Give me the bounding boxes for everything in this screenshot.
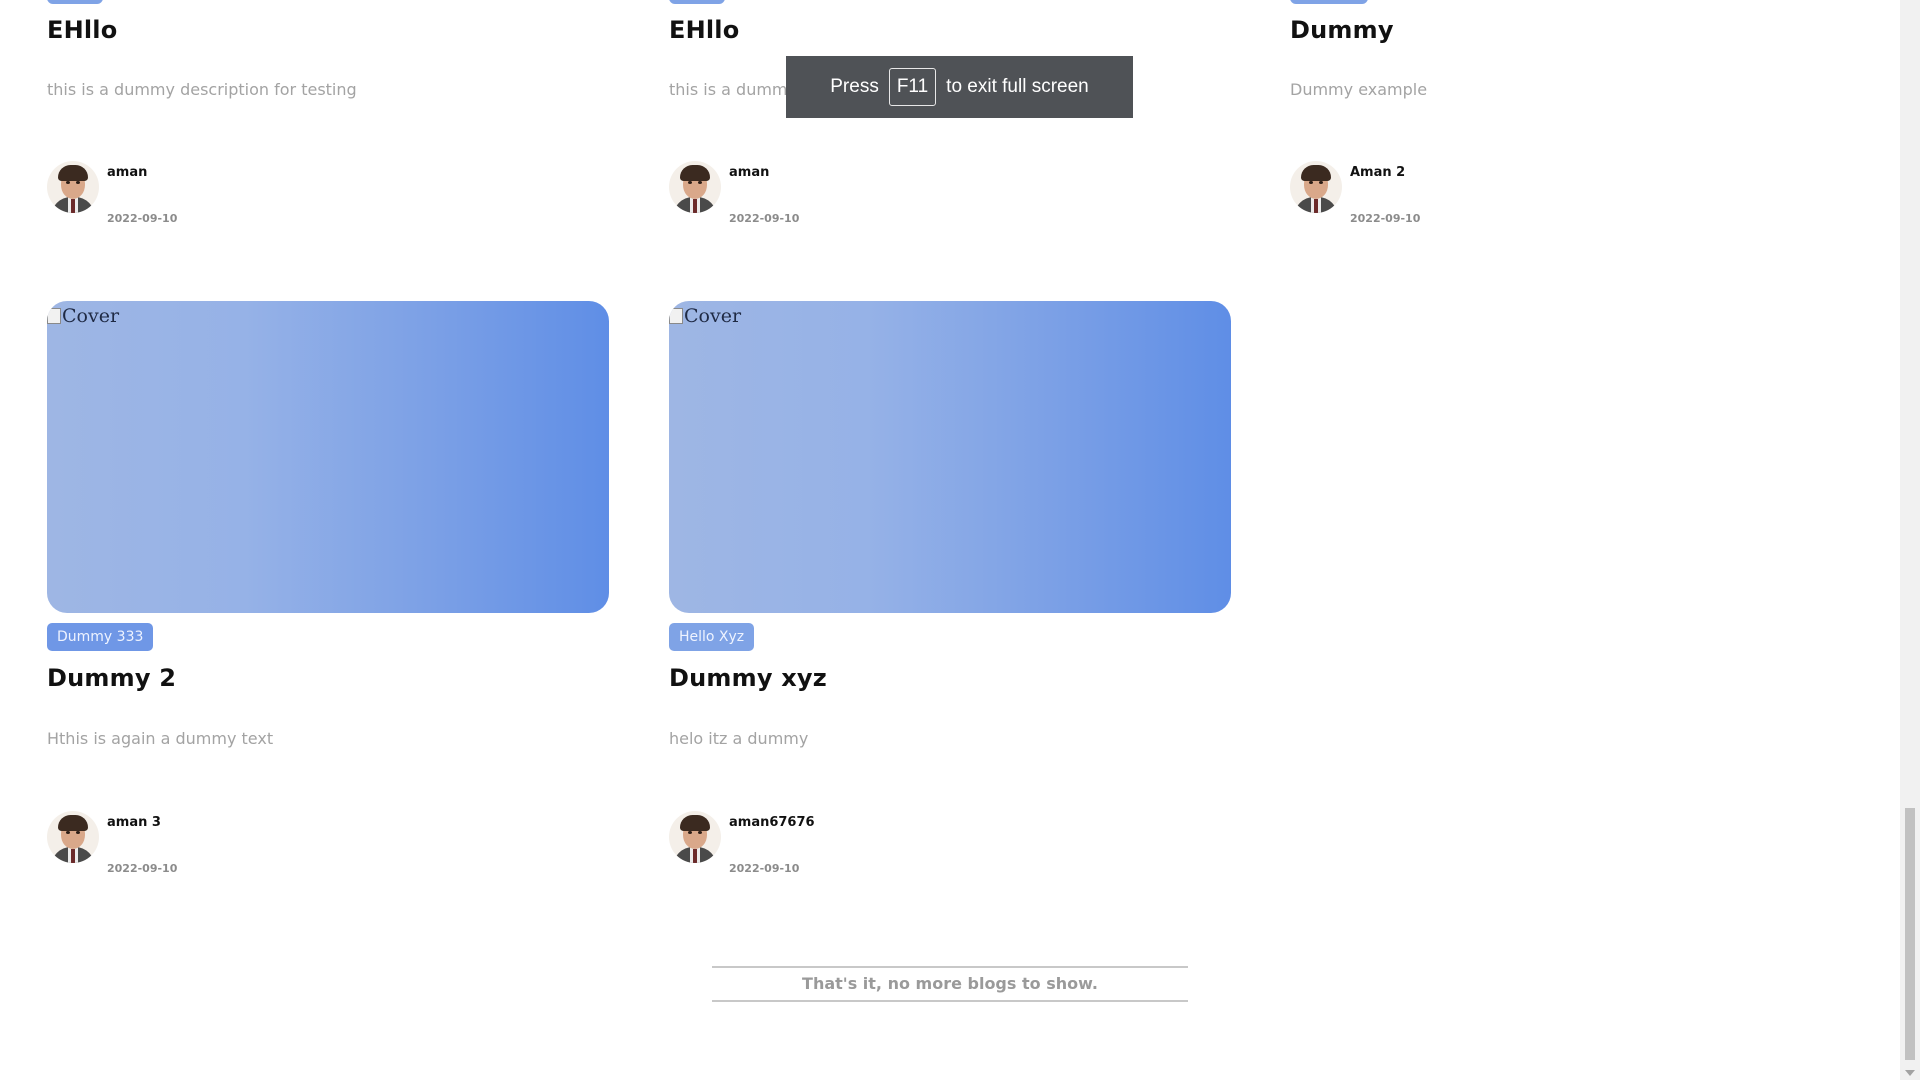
card-title[interactable]: Dummy xyxy=(1290,15,1394,45)
fullscreen-exit-toast: Press F11 to exit full screen xyxy=(786,56,1133,118)
card-title[interactable]: Dummy 2 xyxy=(47,663,176,693)
category-tag[interactable] xyxy=(1290,0,1368,4)
end-of-list-message: That's it, no more blogs to show. xyxy=(712,966,1188,1002)
category-tag[interactable] xyxy=(47,0,103,4)
author-block: aman 3 2022-09-10 xyxy=(47,811,347,875)
broken-image-icon xyxy=(47,308,61,324)
card-description: helo itz a dummy xyxy=(669,729,809,748)
post-date: 2022-09-10 xyxy=(729,212,800,225)
blog-list-page: EHllo this is a dummy description for te… xyxy=(0,0,1900,1080)
post-date: 2022-09-10 xyxy=(107,212,178,225)
cover-alt-label: Cover xyxy=(684,305,742,327)
blog-card[interactable]: Cover Hello Xyz Dummy xyz helo itz a dum… xyxy=(669,301,1231,881)
author-block: aman 2022-09-10 xyxy=(47,161,347,225)
card-description: this is a dummy description for testing xyxy=(47,80,357,99)
post-date: 2022-09-10 xyxy=(729,862,800,875)
scroll-down-arrow-icon[interactable] xyxy=(1905,1070,1915,1076)
vertical-scrollbar[interactable] xyxy=(1900,0,1920,1080)
post-date: 2022-09-10 xyxy=(1350,212,1421,225)
broken-image-icon xyxy=(669,308,683,324)
card-title[interactable]: EHllo xyxy=(47,15,117,45)
avatar xyxy=(1290,161,1342,213)
author-name: aman xyxy=(107,165,148,180)
author-block: aman67676 2022-09-10 xyxy=(669,811,969,875)
cover-alt-text: Cover xyxy=(47,305,119,327)
avatar xyxy=(669,161,721,213)
avatar xyxy=(47,161,99,213)
avatar xyxy=(47,811,99,863)
author-name: aman xyxy=(729,165,770,180)
card-description: Dummy example xyxy=(1290,80,1428,99)
category-tag[interactable]: Hello Xyz xyxy=(669,623,755,651)
toast-prefix: Press xyxy=(830,76,879,97)
f11-key-badge: F11 xyxy=(888,68,937,106)
card-title[interactable]: EHllo xyxy=(669,15,739,45)
avatar xyxy=(669,811,721,863)
card-description: Hthis is again a dummy text xyxy=(47,729,274,748)
category-tag[interactable]: Dummy 333 xyxy=(47,623,154,651)
cover-alt-label: Cover xyxy=(62,305,120,327)
post-date: 2022-09-10 xyxy=(107,862,178,875)
cover-image[interactable]: Cover xyxy=(669,301,1231,613)
scrollbar-thumb[interactable] xyxy=(1905,808,1915,1060)
author-name: aman 3 xyxy=(107,815,161,830)
card-title[interactable]: Dummy xyz xyxy=(669,663,827,693)
toast-suffix: to exit full screen xyxy=(946,76,1089,97)
cover-image[interactable]: Cover xyxy=(47,301,609,613)
author-block: Aman 2 2022-09-10 xyxy=(1290,161,1590,225)
author-block: aman 2022-09-10 xyxy=(669,161,969,225)
author-name: aman67676 xyxy=(729,815,815,830)
cover-alt-text: Cover xyxy=(669,305,741,327)
category-tag[interactable] xyxy=(669,0,725,4)
author-name: Aman 2 xyxy=(1350,165,1406,180)
blog-card[interactable]: Cover Dummy 333 Dummy 2 Hthis is again a… xyxy=(47,301,609,881)
